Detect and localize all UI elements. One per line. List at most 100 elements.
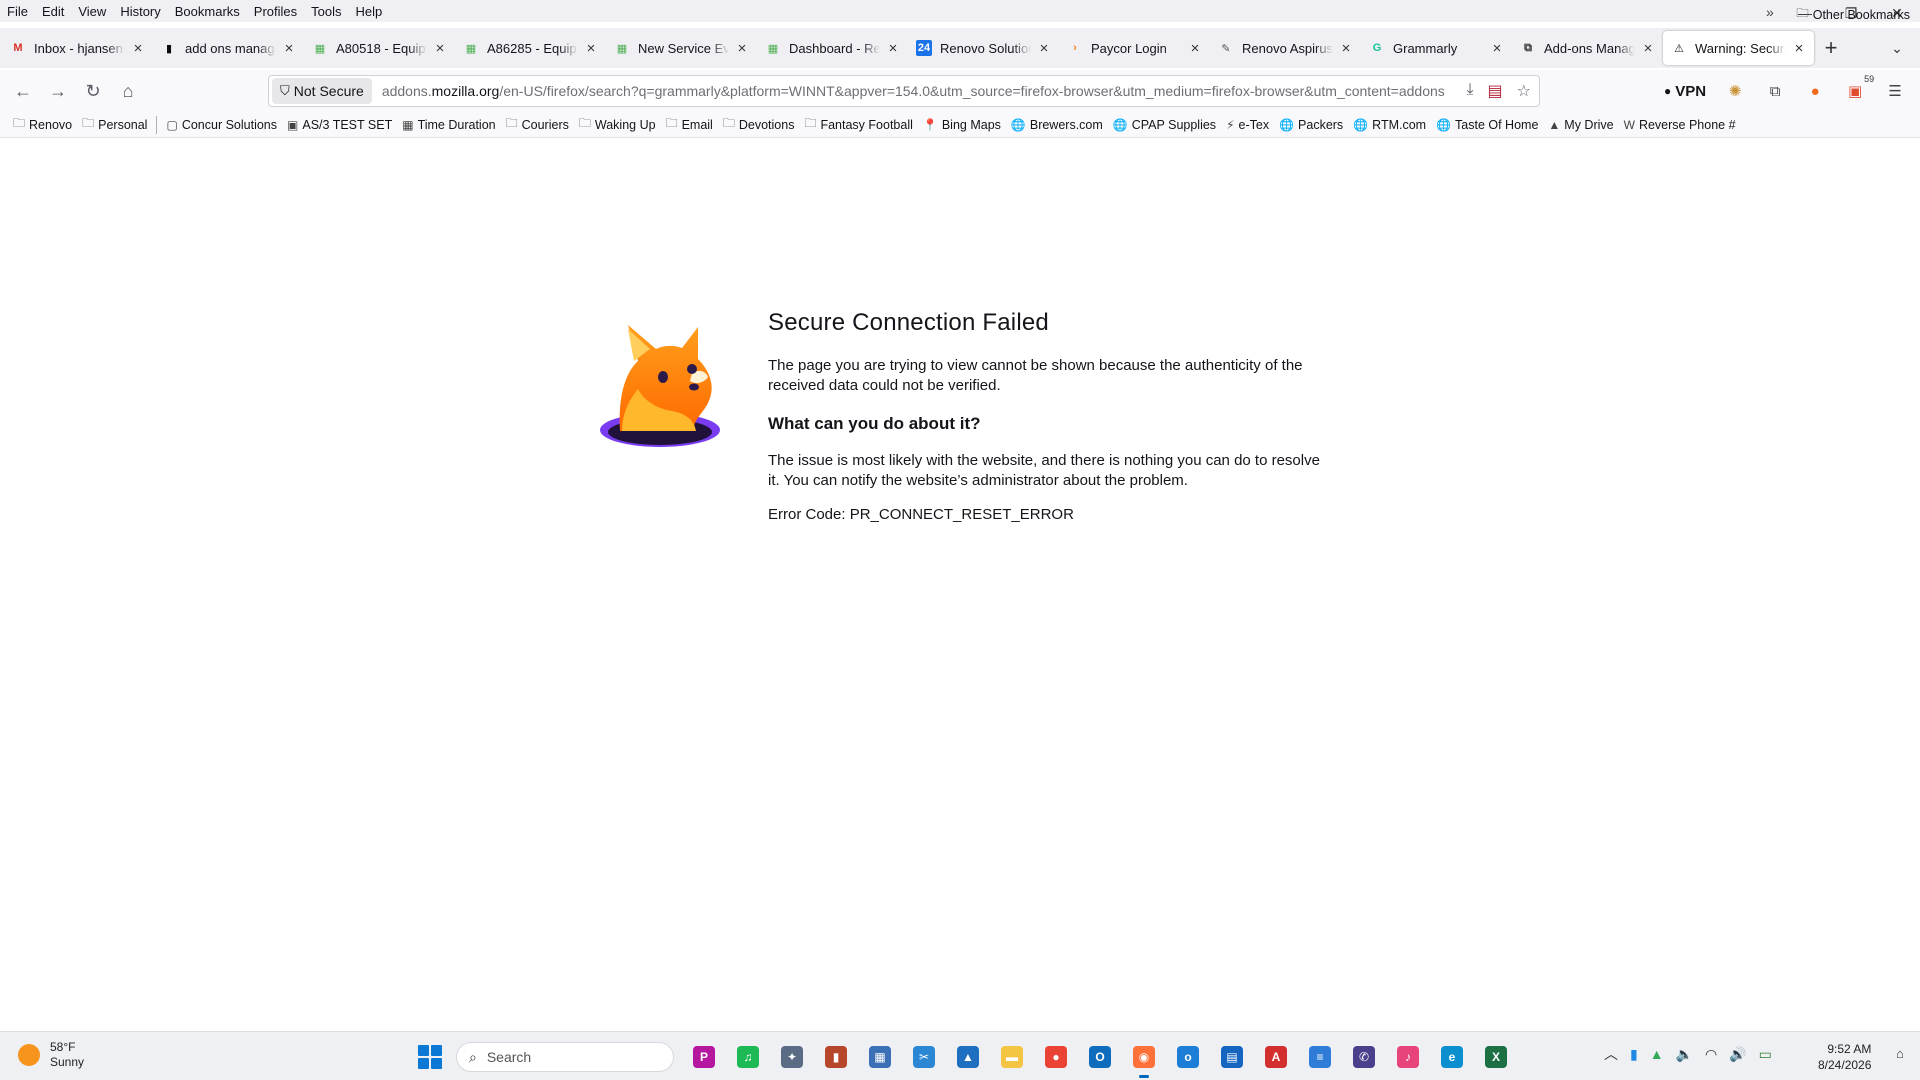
bookmark-item[interactable]: 🗀 Personal xyxy=(77,114,152,135)
menu-help[interactable]: Help xyxy=(349,4,390,19)
bookmark-item[interactable]: ▢ Concur Solutions xyxy=(161,118,282,132)
list-all-tabs-chevron-icon[interactable]: ⌄ xyxy=(1880,31,1914,65)
bookmark-item[interactable]: 📍 Bing Maps xyxy=(918,118,1006,132)
excel-icon[interactable]: X xyxy=(1474,1040,1518,1074)
weather-widget[interactable]: 58°F Sunny xyxy=(18,1040,84,1070)
close-tab-icon[interactable]: × xyxy=(1488,39,1506,57)
bookmark-item[interactable]: ▣ AS/3 TEST SET xyxy=(282,118,397,132)
taskbar-clock[interactable]: 9:52 AM 8/24/2026 xyxy=(1818,1041,1871,1073)
close-tab-icon[interactable]: × xyxy=(431,39,449,57)
app-menu-hamburger-icon[interactable]: ☰ xyxy=(1880,76,1910,106)
browser-tab[interactable]: ▦ Dashboard - Renc× xyxy=(757,31,908,65)
calculator-icon[interactable]: ▦ xyxy=(858,1040,902,1074)
notepad-icon[interactable]: ≡ xyxy=(1298,1040,1342,1074)
book-app-icon[interactable]: ▮ xyxy=(814,1040,858,1074)
wifi-icon[interactable]: ◠ xyxy=(1705,1046,1717,1063)
browser-tab[interactable]: ▦ A80518 - Equipme× xyxy=(304,31,455,65)
site-security-indicator[interactable]: ⛉ Not Secure xyxy=(272,78,372,104)
bookmark-item[interactable]: 🌐 CPAP Supplies xyxy=(1108,118,1221,132)
close-tab-icon[interactable]: × xyxy=(1790,39,1808,57)
bookmarks-overflow-chevron-icon[interactable]: » xyxy=(1766,4,1774,20)
firefox-icon[interactable]: ◉ xyxy=(1122,1040,1166,1078)
browser-tab[interactable]: 24 Renovo Solutions× xyxy=(908,31,1059,65)
bookmark-item[interactable]: 🌐 RTM.com xyxy=(1348,118,1431,132)
bookmark-item[interactable]: ▦ Time Duration xyxy=(397,118,500,132)
back-button[interactable]: ← xyxy=(6,75,40,107)
close-tab-icon[interactable]: × xyxy=(129,39,147,57)
bookmark-item[interactable]: ▲ My Drive xyxy=(1543,118,1618,132)
browser-tab[interactable]: M Inbox - hjansen@× xyxy=(2,31,153,65)
photos-icon[interactable]: ▲ xyxy=(946,1040,990,1074)
acrobat-icon[interactable]: A xyxy=(1254,1040,1298,1074)
close-tab-icon[interactable]: × xyxy=(1186,39,1204,57)
bookmark-item[interactable]: 🗀 Waking Up xyxy=(574,114,661,135)
browser-tab[interactable]: › Paycor Login × xyxy=(1059,31,1210,65)
bookmark-item[interactable]: 🗀 Renovo xyxy=(8,114,77,135)
menu-tools[interactable]: Tools xyxy=(304,4,348,19)
menu-history[interactable]: History xyxy=(113,4,167,19)
bookmark-item[interactable]: 🗀 Devotions xyxy=(718,114,800,135)
bookmark-item[interactable]: 🌐 Brewers.com xyxy=(1006,118,1108,132)
bookmark-item[interactable]: 🗀 Couriers xyxy=(501,114,574,135)
bookmark-item[interactable]: W Reverse Phone # xyxy=(1619,118,1741,132)
translate-flag-icon[interactable]: ▤ xyxy=(1488,81,1503,101)
tray-app-icon[interactable]: ▮ xyxy=(1630,1046,1638,1063)
browser-tab[interactable]: ▦ New Service Event× xyxy=(606,31,757,65)
tool-app-icon[interactable]: ✦ xyxy=(770,1040,814,1074)
outlook-new-icon[interactable]: o xyxy=(1166,1040,1210,1074)
chrome-icon[interactable]: ● xyxy=(1034,1040,1078,1074)
extensions-puzzle-icon[interactable]: ⧉ xyxy=(1760,76,1790,106)
phone-link-icon[interactable]: ✆ xyxy=(1342,1040,1386,1074)
reload-button[interactable]: ↻ xyxy=(76,75,110,107)
store-icon[interactable]: ▤ xyxy=(1210,1040,1254,1074)
bookmark-item[interactable]: 🌐 Packers xyxy=(1274,118,1348,132)
vpn-button[interactable]: ● VPN xyxy=(1660,76,1710,106)
close-tab-icon[interactable]: × xyxy=(1035,39,1053,57)
menu-file[interactable]: File xyxy=(0,4,35,19)
home-button[interactable]: ⌂ xyxy=(111,75,145,107)
browser-tab[interactable]: ⧉ Add-ons Manager× xyxy=(1512,31,1663,65)
speaker-icon[interactable]: 🔈 xyxy=(1676,1046,1693,1063)
outlook-icon[interactable]: O xyxy=(1078,1040,1122,1074)
bookmark-item[interactable]: 🌐 Taste Of Home xyxy=(1431,118,1543,132)
close-tab-icon[interactable]: × xyxy=(582,39,600,57)
bookmark-item[interactable]: ⚡ e-Tex xyxy=(1221,118,1274,132)
google-drive-icon[interactable]: ▲ xyxy=(1650,1046,1664,1062)
menu-profiles[interactable]: Profiles xyxy=(247,4,304,19)
file-explorer-icon[interactable]: ▬ xyxy=(990,1040,1034,1074)
close-tab-icon[interactable]: × xyxy=(884,39,902,57)
spotify-icon[interactable]: ♫ xyxy=(726,1040,770,1074)
edge-icon[interactable]: e xyxy=(1430,1040,1474,1074)
close-tab-icon[interactable]: × xyxy=(1337,39,1355,57)
other-bookmarks-folder[interactable]: 🗀 Other Bookmarks xyxy=(1796,4,1910,25)
close-tab-icon[interactable]: × xyxy=(280,39,298,57)
battery-icon[interactable]: ▭ xyxy=(1759,1046,1772,1063)
volume-icon[interactable]: 🔊 xyxy=(1729,1046,1746,1063)
menu-view[interactable]: View xyxy=(71,4,113,19)
taskbar-search-box[interactable]: ⌕ Search xyxy=(456,1042,674,1072)
windows-start-icon[interactable] xyxy=(418,1045,442,1069)
itunes-icon[interactable]: ♪ xyxy=(1386,1040,1430,1074)
new-tab-plus-icon[interactable]: + xyxy=(1814,31,1848,65)
extension-sync-icon[interactable]: ✺ xyxy=(1720,76,1750,106)
menu-bookmarks[interactable]: Bookmarks xyxy=(168,4,247,19)
browser-tab[interactable]: ✎ Renovo Aspirus - I× xyxy=(1210,31,1361,65)
bookmark-item[interactable]: 🗀 Email xyxy=(661,114,718,135)
show-hidden-icons-chevron-icon[interactable]: ︿ xyxy=(1604,1044,1618,1064)
extension-orange-icon[interactable]: ● xyxy=(1800,76,1830,106)
pastel-app-icon[interactable]: P xyxy=(682,1040,726,1074)
bookmark-item[interactable]: 🗀 Fantasy Football xyxy=(799,114,917,135)
browser-tab[interactable]: ⚠ Warning: Security× xyxy=(1663,31,1814,65)
close-tab-icon[interactable]: × xyxy=(1639,39,1657,57)
browser-tab[interactable]: ▦ A86285 - Equipme× xyxy=(455,31,606,65)
url-bar[interactable]: ⛉ Not Secure addons.mozilla.org/en-US/fi… xyxy=(268,75,1540,107)
save-to-pocket-icon[interactable]: ⤓ xyxy=(1466,81,1473,101)
forward-button[interactable]: → xyxy=(41,75,75,107)
snipping-tool-icon[interactable]: ✂ xyxy=(902,1040,946,1074)
menu-edit[interactable]: Edit xyxy=(35,4,71,19)
bookmark-star-icon[interactable]: ☆ xyxy=(1517,81,1531,101)
notification-bell-icon[interactable]: ⌂ xyxy=(1896,1046,1904,1061)
browser-tab[interactable]: ▮ add ons manager× xyxy=(153,31,304,65)
close-tab-icon[interactable]: × xyxy=(733,39,751,57)
browser-tab[interactable]: G Grammarly × xyxy=(1361,31,1512,65)
